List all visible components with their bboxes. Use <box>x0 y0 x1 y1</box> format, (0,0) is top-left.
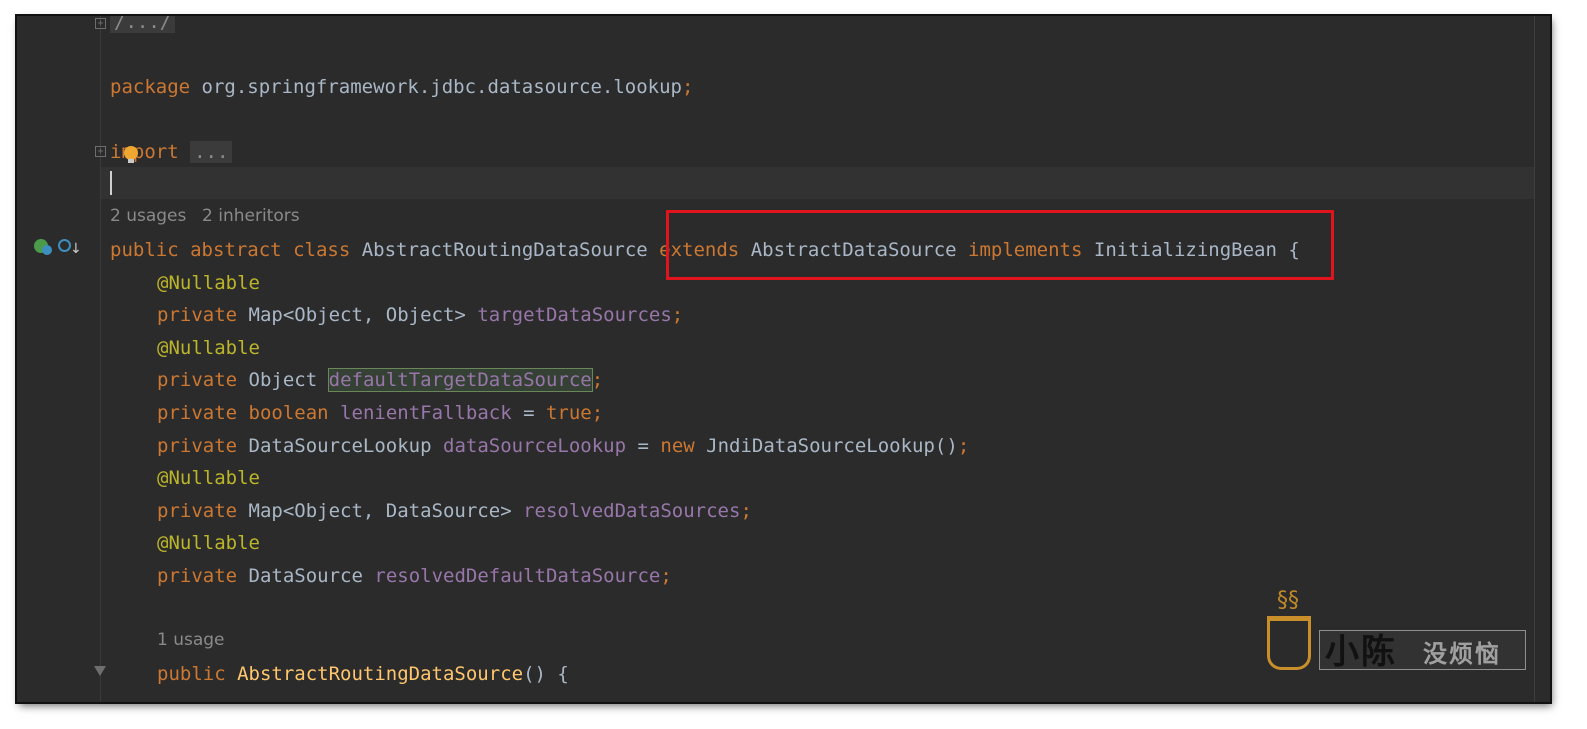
usages-hint[interactable]: 2 usages <box>110 206 186 226</box>
annotation-line: @Nullable <box>157 532 260 554</box>
current-line-highlight <box>101 167 1534 199</box>
field-lenient-fallback: private boolean lenientFallback = true; <box>157 402 604 424</box>
fold-expand-icon[interactable]: + <box>95 18 106 29</box>
watermark: §§ 小陈 没烦恼 <box>1267 586 1547 696</box>
field-data-source-lookup: private DataSourceLookup dataSourceLooku… <box>157 435 970 457</box>
folded-imports[interactable]: ... <box>190 141 233 163</box>
watermark-name: 小陈 <box>1325 632 1397 672</box>
inheritors-hint[interactable]: 2 inheritors <box>202 206 300 226</box>
gutter-separator <box>100 16 101 702</box>
text-caret <box>110 171 112 195</box>
fold-expand-icon[interactable]: + <box>95 146 106 157</box>
field-resolved-default-data-source: private DataSource resolvedDefaultDataSo… <box>157 565 672 587</box>
coffee-cup-icon <box>1267 616 1311 670</box>
annotation-line: @Nullable <box>157 337 260 359</box>
steam-icon: §§ <box>1277 588 1299 613</box>
package-declaration: package org.springframework.jdbc.datasou… <box>110 76 694 98</box>
field-target-data-sources: private Map<Object, Object> targetDataSo… <box>157 304 684 326</box>
intention-bulb-icon[interactable] <box>124 146 138 163</box>
field-resolved-data-sources: private Map<Object, DataSource> resolved… <box>157 500 752 522</box>
highlight-annotation-box <box>666 210 1334 280</box>
fold-collapse-icon[interactable] <box>94 666 106 676</box>
folded-header-comment[interactable]: /.../ <box>110 16 176 34</box>
class-inheritance-icon[interactable] <box>34 239 52 255</box>
watermark-tagline: 没烦恼 <box>1423 640 1501 668</box>
constructor-usage-hint[interactable]: 1 usage <box>157 630 225 650</box>
annotation-line: @Nullable <box>157 467 260 489</box>
code-editor[interactable]: + /.../ package org.springframework.jdbc… <box>17 16 1550 702</box>
annotation-line: @Nullable <box>157 272 260 294</box>
constructor-declaration: public AbstractRoutingDataSource() { <box>157 663 569 685</box>
field-default-target-data-source: private Object defaultTargetDataSource; <box>157 368 604 392</box>
down-arrow-icon: ↓ <box>70 241 82 257</box>
selected-identifier[interactable]: defaultTargetDataSource <box>327 368 593 392</box>
